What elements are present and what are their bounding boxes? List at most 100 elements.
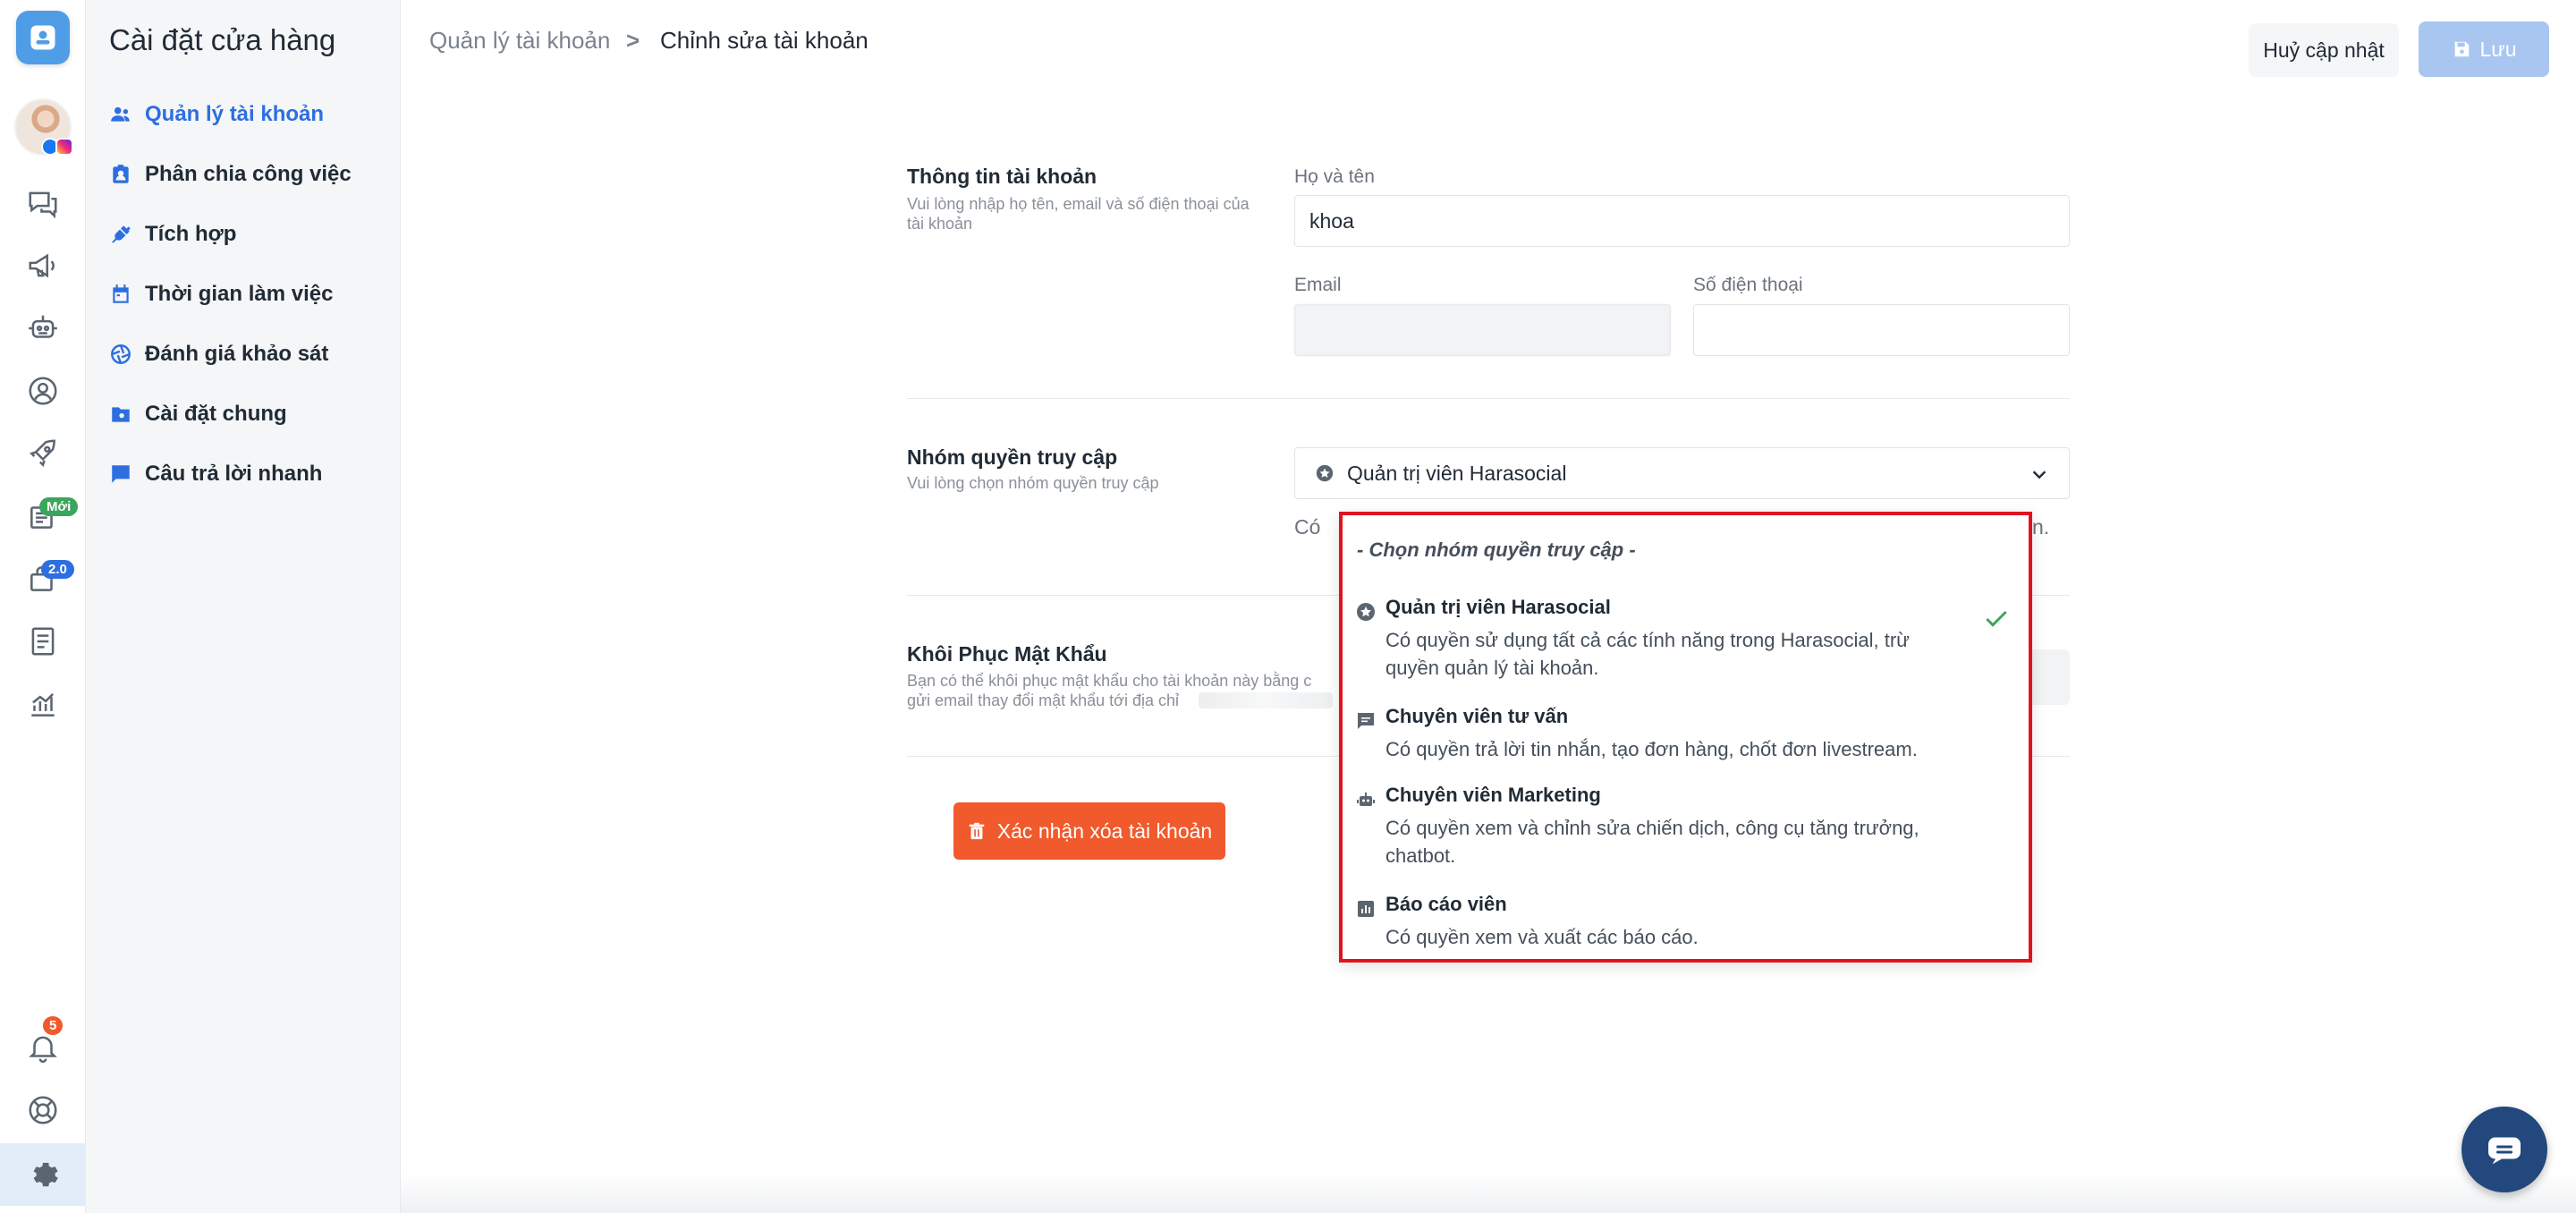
- name-input[interactable]: khoa: [1294, 195, 2070, 247]
- sidebar-item-survey-rating[interactable]: Đánh giá khảo sát: [109, 336, 328, 372]
- access-group-desc: Vui lòng chọn nhóm quyền truy cập: [907, 474, 1159, 492]
- rail-chatbot[interactable]: [0, 299, 86, 358]
- check-icon: [1986, 610, 2007, 627]
- access-group-dropdown: - Chọn nhóm quyền truy cập - Quản trị vi…: [1339, 512, 2032, 963]
- blurred-email-text: [1199, 692, 1333, 708]
- bottom-shade: [401, 1172, 2576, 1213]
- gear-icon: [33, 1162, 58, 1187]
- rail-campaigns[interactable]: [0, 236, 86, 295]
- floppy-icon: [2454, 41, 2469, 57]
- chevron-down-icon: [2032, 471, 2046, 479]
- sidebar-item-label: Cài đặt chung: [145, 402, 287, 426]
- option-desc: Có quyền xem và chỉnh sửa chiến dịch, cô…: [1385, 817, 1919, 867]
- instagram-icon: [55, 138, 73, 156]
- account-info-title: Thông tin tài khoản: [907, 165, 1097, 188]
- option-title: Chuyên viên tư vấn: [1385, 705, 1569, 727]
- robot-icon: [29, 315, 57, 338]
- sidebar-item-label: Thời gian làm việc: [145, 282, 334, 306]
- user-avatar[interactable]: [14, 98, 73, 156]
- phone-label: Số điện thoại: [1693, 275, 1803, 295]
- name-label: Họ và tên: [1294, 166, 1375, 187]
- star-icon: [1357, 603, 1375, 621]
- users-icon: [111, 106, 130, 122]
- rail-settings[interactable]: [0, 1143, 86, 1206]
- access-group-select[interactable]: Quản trị viên Harasocial: [1294, 447, 2070, 499]
- section-divider: [907, 398, 2070, 399]
- settings-sidebar: Cài đặt cửa hàng Quản lý tài khoản Phân …: [86, 0, 401, 1213]
- message-icon: [112, 465, 130, 483]
- rail-support[interactable]: [0, 1081, 86, 1140]
- cancel-update-button[interactable]: Huỷ cập nhật: [2249, 23, 2399, 77]
- sidebar-item-integrations[interactable]: Tích hợp: [109, 216, 236, 252]
- support-chat-button[interactable]: [2462, 1107, 2547, 1192]
- badge-icon: [113, 165, 129, 183]
- chat-widget-icon: [2488, 1137, 2521, 1165]
- rail-reports[interactable]: [0, 674, 86, 734]
- option-desc: Có quyền sử dụng tất cả các tính năng tr…: [1385, 629, 1910, 679]
- breadcrumb-current: Chỉnh sửa tài khoản: [660, 27, 869, 54]
- dropdown-option-marketing[interactable]: Chuyên viên Marketing Có quyền xem và ch…: [1343, 784, 2029, 873]
- star-badge-icon: [1316, 464, 1334, 482]
- rail-growth[interactable]: [0, 424, 86, 483]
- version-badge: 2.0: [41, 560, 74, 579]
- save-button[interactable]: Lưu: [2419, 21, 2549, 77]
- megaphone-icon: [29, 253, 55, 278]
- chart-icon: [1358, 901, 1374, 917]
- dropdown-option-admin[interactable]: Quản trị viên Harasocial Có quyền sử dụn…: [1343, 596, 2029, 685]
- sidebar-title: Cài đặt cửa hàng: [109, 23, 336, 56]
- dropdown-placeholder-option[interactable]: - Chọn nhóm quyền truy cập -: [1357, 539, 1636, 562]
- line-chart-icon: [31, 693, 55, 717]
- app-logo-icon: [30, 25, 55, 50]
- option-title: Quản trị viên Harasocial: [1385, 596, 1611, 618]
- folder-gear-icon: [112, 407, 130, 422]
- sidebar-item-working-hours[interactable]: Thời gian làm việc: [109, 276, 333, 312]
- rail-customers[interactable]: [0, 361, 86, 420]
- reset-password-desc-line1: Bạn có thể khôi phục mật khẩu cho tài kh…: [907, 672, 1312, 690]
- email-input[interactable]: [1294, 304, 1671, 356]
- chat-icon: [1358, 713, 1374, 729]
- option-title: Báo cáo viên: [1385, 893, 1507, 915]
- sidebar-item-label: Câu trả lời nhanh: [145, 462, 323, 486]
- chat-bubbles-icon: [29, 191, 57, 219]
- rocket-icon: [29, 439, 55, 468]
- trash-icon: [969, 822, 985, 840]
- robot-icon: [1357, 793, 1375, 806]
- dropdown-option-consultant[interactable]: Chuyên viên tư vấn Có quyền trả lời tin …: [1343, 705, 2029, 769]
- aperture-icon: [111, 344, 131, 364]
- sidebar-item-task-assignment[interactable]: Phân chia công việc: [109, 157, 352, 192]
- user-circle-icon: [29, 377, 57, 405]
- sidebar-item-label: Tích hợp: [145, 222, 237, 246]
- breadcrumb-separator: >: [626, 27, 640, 54]
- rail-news[interactable]: [0, 487, 86, 546]
- reset-password-title: Khôi Phục Mật Khẩu: [907, 642, 1107, 666]
- icon-rail: Mới 2.0 5: [0, 0, 86, 1213]
- option-title: Chuyên viên Marketing: [1385, 784, 1601, 806]
- email-label: Email: [1294, 275, 1342, 295]
- lifebuoy-icon: [29, 1096, 57, 1124]
- calendar-icon: [113, 284, 129, 303]
- sidebar-item-label: Đánh giá khảo sát: [145, 342, 329, 366]
- access-hint-start: Có: [1294, 515, 1321, 539]
- sidebar-item-quick-replies[interactable]: Câu trả lời nhanh: [109, 456, 322, 492]
- save-label: Lưu: [2479, 37, 2517, 61]
- option-desc: Có quyền trả lời tin nhắn, tạo đơn hàng,…: [1385, 738, 1918, 760]
- receipt-icon: [31, 627, 55, 656]
- bell-icon: [29, 1036, 57, 1064]
- plug-icon: [112, 225, 131, 243]
- dropdown-option-reporter[interactable]: Báo cáo viên Có quyền xem và xuất các bá…: [1343, 893, 2029, 957]
- breadcrumb-parent-link[interactable]: Quản lý tài khoản: [429, 27, 610, 55]
- rail-invoices[interactable]: [0, 612, 86, 671]
- sidebar-item-label: Phân chia công việc: [145, 162, 352, 186]
- sidebar-item-general-settings[interactable]: Cài đặt chung: [109, 396, 287, 432]
- rail-orders[interactable]: [0, 549, 86, 608]
- access-hint-end: n.: [2032, 515, 2050, 539]
- phone-input[interactable]: [1693, 304, 2070, 356]
- delete-account-button[interactable]: Xác nhận xóa tài khoản: [953, 802, 1225, 860]
- sidebar-item-account-management[interactable]: Quản lý tài khoản: [109, 97, 324, 132]
- account-info-desc: Vui lòng nhập họ tên, email và số điện t…: [907, 195, 1250, 233]
- option-desc: Có quyền xem và xuất các báo cáo.: [1385, 926, 1699, 948]
- new-badge: Mới: [39, 497, 79, 516]
- rail-conversations[interactable]: [0, 174, 86, 233]
- delete-account-label: Xác nhận xóa tài khoản: [996, 819, 1213, 843]
- app-logo[interactable]: [16, 11, 70, 64]
